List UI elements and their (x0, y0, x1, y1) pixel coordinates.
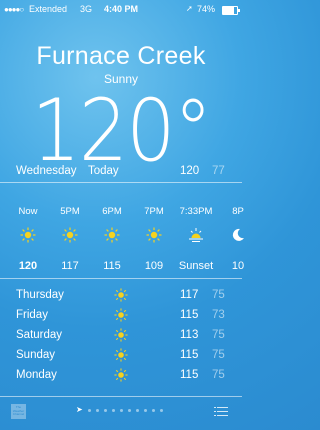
page-dot (96, 409, 99, 412)
daily-row: Monday 115 75 (0, 366, 242, 386)
hour-label: 5PM (60, 206, 80, 217)
daily-row: Friday 115 73 (0, 306, 242, 326)
hour-value: 117 (61, 260, 79, 272)
battery-icon (222, 6, 240, 15)
page-dot (144, 409, 147, 412)
status-time: 4:40 PM (104, 4, 139, 14)
hour-value: 115 (103, 260, 121, 272)
day-name: Saturday (16, 329, 63, 341)
hour-label: 7PM (144, 206, 164, 217)
day-high: 115 (180, 309, 199, 321)
day-high: 113 (180, 329, 199, 341)
day-low: 73 (212, 309, 225, 321)
sunset-icon (189, 228, 203, 242)
network-type: 3G (80, 4, 93, 14)
today-label: Today (88, 165, 119, 177)
day-high: 115 (180, 369, 199, 381)
today-low: 77 (212, 165, 225, 177)
signal-strength-icon: ●●●●○ (4, 5, 24, 14)
hour-label: 8P (232, 206, 244, 217)
sun-icon (114, 288, 128, 302)
day-name: Friday (16, 309, 48, 321)
moon-icon (232, 228, 244, 241)
daily-row: Saturday 113 75 (0, 326, 242, 346)
day-high: 115 (180, 349, 199, 361)
sun-icon (20, 227, 36, 243)
day-low: 75 (212, 329, 225, 341)
location-arrow-icon: ➚ (186, 4, 193, 13)
daily-row: Sunday 115 75 (0, 346, 242, 366)
page-dot (160, 409, 163, 412)
hour-value: Sunset (178, 260, 214, 272)
divider (0, 182, 242, 183)
day-name: Thursday (16, 289, 64, 301)
page-dot (112, 409, 115, 412)
day-low: 75 (212, 289, 225, 301)
battery-percentage: 74% (197, 4, 216, 14)
hour-value: 109 (144, 260, 164, 272)
daily-row: Thursday 117 75 (0, 286, 242, 306)
sun-icon (114, 328, 128, 342)
sun-icon (114, 308, 128, 322)
sun-icon (114, 348, 128, 362)
sun-icon (146, 227, 162, 243)
weather-channel-logo[interactable]: The Weather Channel (11, 404, 26, 419)
hour-label: Now (18, 206, 38, 217)
sun-icon (114, 368, 128, 382)
page-dot (104, 409, 107, 412)
today-summary-row: Wednesday Today 120 77 (0, 162, 242, 182)
today-day-name: Wednesday (16, 165, 77, 177)
page-dot (136, 409, 139, 412)
day-low: 75 (212, 349, 225, 361)
hour-label: 7:33PM (179, 206, 213, 217)
bottom-toolbar: The Weather Channel ➤ (0, 396, 242, 430)
divider (0, 278, 242, 279)
status-bar: ●●●●○ Extended 3G 4:40 PM ➚ 74% (0, 0, 242, 18)
hour-value: 120 (18, 260, 38, 272)
sun-icon (104, 227, 120, 243)
location-arrow-icon: ➤ (76, 405, 83, 414)
day-low: 75 (212, 369, 225, 381)
hour-value: 10 (231, 260, 245, 272)
sun-icon (62, 227, 78, 243)
day-name: Sunday (16, 349, 56, 361)
page-dot (88, 409, 91, 412)
day-high: 117 (180, 289, 199, 301)
carrier-name: Extended (29, 4, 68, 14)
today-high: 120 (180, 165, 200, 177)
hour-label: 6PM (102, 206, 122, 217)
page-dot (152, 409, 155, 412)
day-name: Monday (16, 369, 57, 381)
page-dot (128, 409, 131, 412)
list-icon[interactable] (214, 406, 228, 417)
page-dot (120, 409, 123, 412)
hourly-forecast[interactable]: Now 120 5PM 117 6PM 115 7PM 109 7:33PM S… (0, 206, 244, 272)
city-name: Furnace Creek (36, 42, 206, 70)
